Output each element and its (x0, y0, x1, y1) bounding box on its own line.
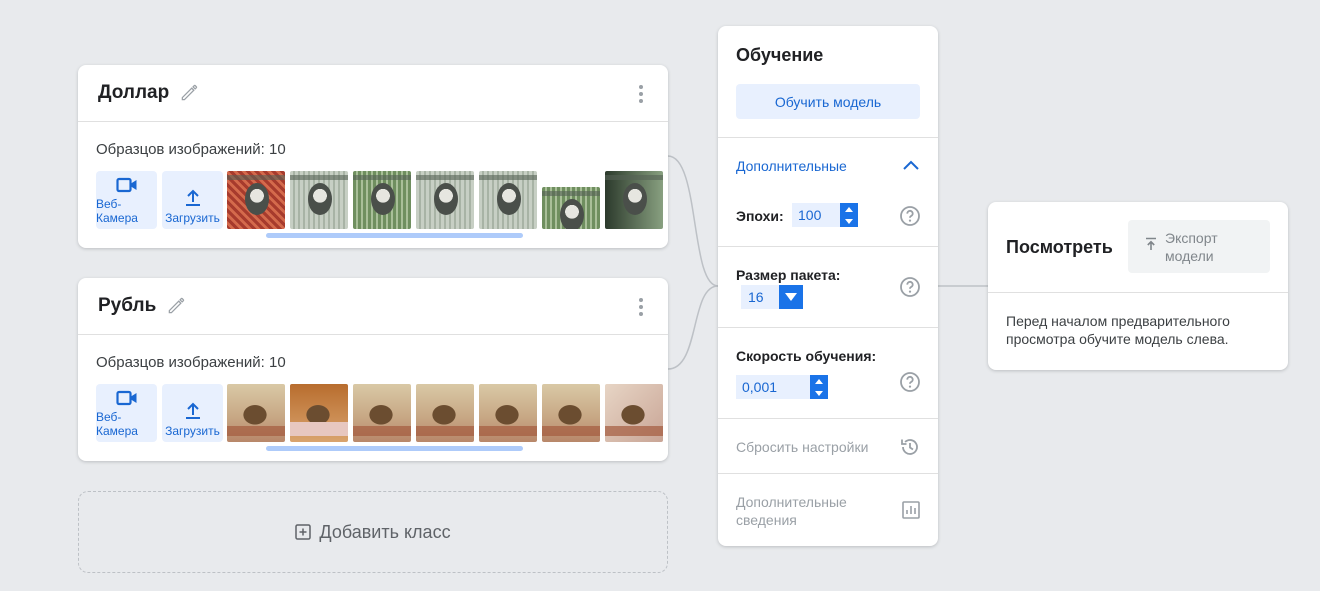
more-details-line1: Дополнительные (736, 494, 847, 510)
sample-thumbnail[interactable] (290, 171, 348, 229)
history-icon[interactable] (899, 436, 921, 458)
sample-thumbnail[interactable] (353, 171, 411, 229)
epochs-label: Эпохи: (736, 208, 784, 224)
add-class-label: Добавить класс (319, 521, 451, 542)
sample-thumbnail[interactable] (416, 171, 474, 229)
learning-rate-spinner[interactable] (810, 375, 828, 399)
samples-count: Образцов изображений: 10 (96, 141, 286, 158)
batch-size-select[interactable]: 16 (741, 285, 803, 309)
pencil-icon[interactable] (179, 83, 199, 103)
thumbnails-scrollbar[interactable] (266, 233, 523, 238)
batch-size-value[interactable]: 16 (741, 289, 779, 305)
sample-thumbnail[interactable] (416, 384, 474, 442)
divider (718, 137, 938, 138)
reset-settings-button[interactable]: Сбросить настройки (736, 438, 868, 456)
advanced-toggle[interactable]: Дополнительные (736, 158, 847, 174)
preview-panel: Посмотреть Экспорт модели Перед началом … (988, 202, 1288, 370)
sample-thumbnail[interactable] (290, 384, 348, 442)
sample-thumbnail[interactable] (542, 187, 600, 229)
divider (988, 292, 1288, 293)
class-card-ruble: Рубль Образцов изображений: 10 Веб-Камер… (78, 278, 668, 461)
dropdown-arrow-icon[interactable] (779, 285, 803, 309)
sample-thumbnail[interactable] (542, 384, 600, 442)
sample-thumbnail[interactable] (605, 384, 663, 442)
more-options-icon[interactable] (638, 298, 644, 316)
samples-count: Образцов изображений: 10 (96, 354, 286, 371)
batch-size-label: Размер пакета: (736, 267, 841, 283)
webcam-label: Веб-Камера (96, 410, 138, 438)
learning-rate-input[interactable]: 0,001 (736, 375, 828, 399)
sample-thumbnail[interactable] (605, 171, 663, 229)
video-camera-icon (115, 177, 136, 193)
upload-icon (185, 402, 200, 419)
class-header: Доллар (78, 65, 668, 122)
divider (718, 246, 938, 247)
class-header: Рубль (78, 278, 668, 335)
sample-thumbnails (227, 171, 668, 229)
training-title: Обучение (736, 45, 824, 65)
sample-thumbnail[interactable] (227, 384, 285, 442)
webcam-label: Веб-Камера (96, 197, 138, 225)
epochs-value[interactable]: 100 (792, 207, 840, 223)
export-icon (1146, 237, 1156, 250)
more-details-button[interactable]: Дополнительные сведения (736, 493, 847, 529)
training-panel: Обучение Обучить модель Дополнительные Э… (718, 26, 938, 546)
webcam-button[interactable]: Веб-Камера (96, 171, 157, 229)
divider (718, 418, 938, 419)
upload-button[interactable]: Загрузить (162, 384, 223, 442)
add-class-button[interactable]: Добавить класс (78, 491, 668, 573)
pencil-icon[interactable] (166, 296, 186, 316)
epochs-input[interactable]: 100 (792, 203, 858, 227)
learning-rate-label: Скорость обучения: (736, 348, 877, 364)
more-options-icon[interactable] (638, 85, 644, 103)
upload-button[interactable]: Загрузить (162, 171, 223, 229)
export-label-line1: Экспорт (1165, 229, 1218, 246)
upload-label: Загрузить (165, 424, 220, 438)
help-icon[interactable] (899, 205, 921, 227)
class-card-dollar: Доллар Образцов изображений: 10 Веб-Каме… (78, 65, 668, 248)
upload-label: Загрузить (165, 211, 220, 225)
help-icon[interactable] (899, 276, 921, 298)
upload-icon (185, 189, 200, 206)
divider (718, 473, 938, 474)
sample-thumbnail[interactable] (479, 384, 537, 442)
train-model-button[interactable]: Обучить модель (736, 84, 920, 119)
webcam-button[interactable]: Веб-Камера (96, 384, 157, 442)
sample-thumbnails (227, 384, 668, 442)
help-icon[interactable] (899, 371, 921, 393)
export-model-button: Экспорт модели (1128, 220, 1270, 273)
more-details-line2: сведения (736, 512, 797, 528)
thumbnails-scrollbar[interactable] (266, 446, 523, 451)
divider (718, 327, 938, 328)
epochs-spinner[interactable] (840, 203, 858, 227)
class-name[interactable]: Доллар (98, 82, 169, 104)
sample-thumbnail[interactable] (227, 171, 285, 229)
preview-title: Посмотреть (1006, 237, 1113, 257)
class-name[interactable]: Рубль (98, 295, 156, 317)
add-box-icon (295, 524, 312, 540)
video-camera-icon (115, 390, 136, 406)
bar-chart-icon[interactable] (901, 500, 921, 520)
chevron-up-icon[interactable] (902, 158, 920, 172)
sample-thumbnail[interactable] (353, 384, 411, 442)
sample-thumbnail[interactable] (479, 171, 537, 229)
preview-message: Перед началом предварительного просмотра… (1006, 313, 1230, 347)
export-label-line2: модели (1165, 247, 1214, 264)
learning-rate-value[interactable]: 0,001 (736, 379, 810, 395)
